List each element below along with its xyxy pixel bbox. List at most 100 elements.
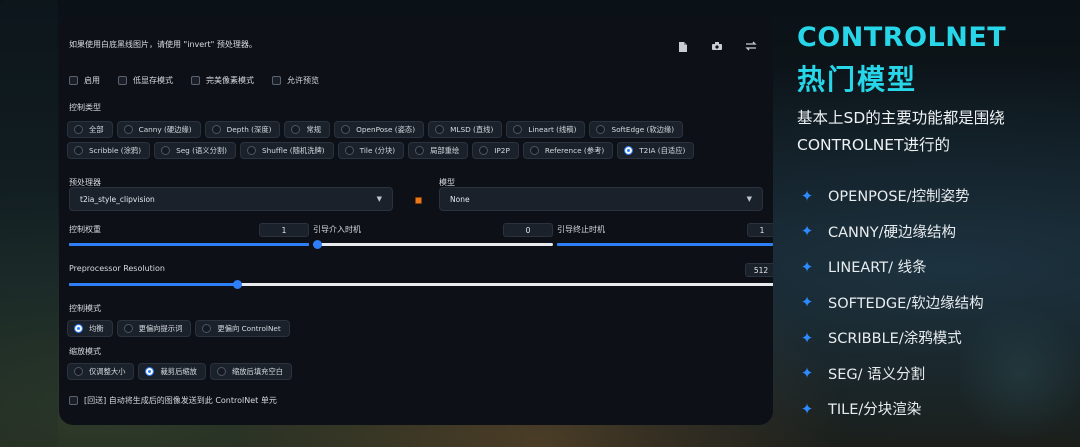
subtitle: 基本上SD的主要功能都是围绕CONTROLNET进行的: [797, 109, 1005, 154]
control-mode-controlnet[interactable]: 更偏向 ControlNet: [195, 320, 290, 337]
radio-dot: [291, 125, 301, 134]
control-type-all[interactable]: 全部: [67, 121, 113, 138]
checkbox-box[interactable]: [191, 76, 200, 85]
chevron-down-icon: ▼: [376, 195, 382, 203]
run-preprocessor-icon[interactable]: [415, 197, 422, 204]
feature-item: ✦ SOFTEDGE/软边缘结构: [800, 285, 984, 321]
control-type-lineart[interactable]: Lineart (线稿): [506, 121, 586, 138]
pixel-perfect-checkbox[interactable]: 完美像素模式: [191, 75, 254, 86]
checkbox-box[interactable]: [69, 396, 78, 405]
feature-item: ✦ LINEART/ 线条: [800, 249, 984, 285]
radio-label: 均衡: [89, 323, 104, 333]
control-type-reference[interactable]: Reference (参考): [522, 142, 614, 159]
radio-dot: [123, 125, 133, 134]
radio-label: SoftEdge (软边缘): [611, 124, 675, 134]
low-vram-checkbox[interactable]: 低显存模式: [118, 75, 173, 86]
star-icon: ✦: [800, 399, 814, 418]
feature-label: LINEART/ 线条: [828, 260, 927, 277]
end-input[interactable]: 1: [747, 223, 773, 237]
loopback-checkbox[interactable]: [回送] 自动将生成后的图像发送到此 ControlNet 单元: [69, 395, 277, 406]
checkbox-box[interactable]: [272, 76, 281, 85]
radio-label: IP2P: [494, 146, 510, 155]
background-pillar: [0, 0, 58, 447]
control-type-ip2p[interactable]: IP2P: [472, 142, 519, 159]
allow-preview-checkbox[interactable]: 允许预览: [272, 75, 319, 86]
control-type-t2ia[interactable]: T2IA (自适应): [617, 142, 695, 159]
model-select[interactable]: None ▼: [439, 187, 763, 211]
control-type-tile[interactable]: Tile (分块): [337, 142, 405, 159]
invert-hint: 如果使用白底黑线图片，请使用 "invert" 预处理器。: [69, 40, 257, 49]
radio-dot: [74, 125, 83, 134]
feature-label: CANNY/硬边缘结构: [828, 224, 956, 241]
radio-label: OpenPose (姿态): [356, 124, 416, 134]
control-type-seg[interactable]: Seg (语义分割): [154, 142, 237, 159]
title-english: CONTROLNET: [797, 22, 1007, 53]
radio-dot: [341, 125, 351, 134]
weight-input[interactable]: 1: [259, 223, 309, 237]
resize-mode-label: 缩放模式: [69, 347, 101, 356]
control-mode-group: 均衡 更偏向提示词 更偏向 ControlNet: [67, 320, 467, 337]
slider-knob[interactable]: [233, 280, 242, 289]
start-label: 引导介入时机: [313, 225, 361, 234]
radio-dot: [247, 146, 257, 155]
radio-label: 局部重绘: [430, 145, 460, 155]
control-type-normal[interactable]: 常规: [284, 121, 331, 138]
slider-fill: [69, 283, 240, 286]
feature-label: TILE/分块渲染: [828, 402, 922, 419]
checkbox-box[interactable]: [69, 76, 78, 85]
resize-mode-just-resize[interactable]: 仅调整大小: [67, 363, 135, 380]
control-type-scribble[interactable]: Scribble (涂鸦): [67, 142, 151, 159]
feature-label: SEG/ 语义分割: [828, 366, 926, 383]
radio-dot: [74, 367, 83, 376]
feature-item: ✦ CANNY/硬边缘结构: [800, 214, 984, 250]
resize-mode-crop[interactable]: 裁剪后缩放: [138, 363, 206, 380]
weight-label: 控制权重: [69, 225, 101, 234]
control-mode-prompt[interactable]: 更偏向提示词: [116, 320, 192, 337]
end-slider[interactable]: [557, 243, 773, 246]
control-mode-balanced[interactable]: 均衡: [67, 320, 113, 337]
control-type-inpaint[interactable]: 局部重绘: [408, 142, 469, 159]
radio-label: Scribble (涂鸦): [89, 145, 142, 155]
control-type-openpose[interactable]: OpenPose (姿态): [334, 121, 425, 138]
control-type-softedge[interactable]: SoftEdge (软边缘): [589, 121, 684, 138]
resize-mode-fill[interactable]: 缩放后填充空白: [209, 363, 293, 380]
radio-dot: [344, 146, 354, 155]
chevron-down-icon: ▼: [746, 195, 752, 203]
start-slider[interactable]: [313, 240, 553, 249]
resolution-input[interactable]: 512: [745, 263, 773, 277]
control-type-canny[interactable]: Canny (硬边缘): [116, 121, 201, 138]
feature-item: ✦ SCRIBBLE/涂鸦模式: [800, 320, 984, 356]
control-type-group: 全部 Canny (硬边缘) Depth (深度) 常规 OpenPose (姿…: [67, 121, 767, 159]
radio-label: 全部: [89, 124, 104, 134]
control-type-shuffle[interactable]: Shuffle (随机洗牌): [240, 142, 334, 159]
radio-label: 更偏向 ControlNet: [217, 323, 281, 333]
radio-dot: [513, 125, 523, 134]
radio-dot: [415, 146, 425, 155]
title-chinese: 热门模型: [797, 63, 918, 96]
resolution-slider[interactable]: [69, 280, 773, 289]
enable-checkbox[interactable]: 启用: [69, 75, 100, 86]
control-type-label: 控制类型: [69, 103, 101, 112]
checkbox-label: 启用: [84, 76, 100, 85]
checkbox-box[interactable]: [118, 76, 127, 85]
feature-item: ✦ TILE/分块渲染: [800, 391, 984, 427]
radio-dot: [529, 146, 539, 155]
document-icon[interactable]: [677, 41, 689, 53]
radio-label: MLSD (直线): [450, 124, 494, 134]
swap-icon[interactable]: [745, 41, 757, 53]
radio-dot: [435, 125, 445, 134]
radio-label: 裁剪后缩放: [160, 366, 197, 376]
star-icon: ✦: [800, 293, 814, 312]
checkbox-label: 低显存模式: [133, 76, 173, 85]
start-input[interactable]: 0: [503, 223, 553, 237]
camera-icon[interactable]: [711, 41, 723, 53]
slider-knob[interactable]: [313, 240, 322, 249]
control-type-depth[interactable]: Depth (深度): [204, 121, 281, 138]
weight-slider[interactable]: [69, 243, 309, 246]
radio-dot: [479, 146, 489, 155]
radio-label: Canny (硬边缘): [138, 124, 192, 134]
preprocessor-select[interactable]: t2ia_style_clipvision ▼: [69, 187, 393, 211]
control-type-mlsd[interactable]: MLSD (直线): [428, 121, 503, 138]
radio-dot-selected: [74, 324, 83, 333]
feature-label: SCRIBBLE/涂鸦模式: [828, 331, 962, 348]
